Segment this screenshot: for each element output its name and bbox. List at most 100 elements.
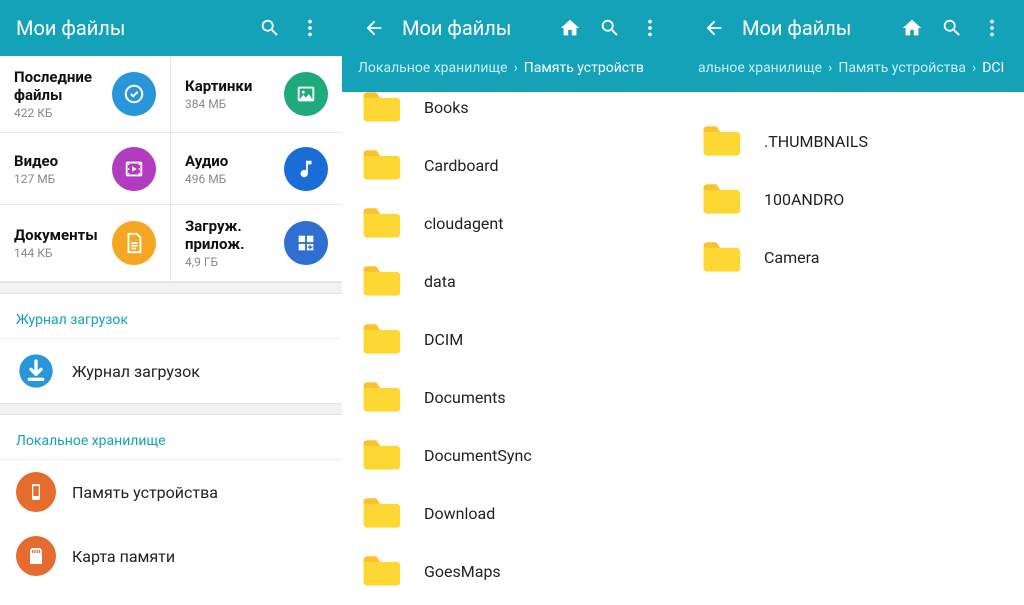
section-downloads-header: Журнал загрузок	[0, 294, 342, 339]
panel-device-storage: Мои файлы Локальное хранилище›Память уст…	[342, 0, 682, 605]
folder-row[interactable]: DocumentSync	[342, 426, 682, 484]
video-icon	[112, 147, 156, 191]
folder-icon	[358, 143, 402, 187]
more-button[interactable]	[976, 12, 1008, 44]
folder-label: Camera	[764, 248, 1008, 267]
category-size: 144 КБ	[14, 246, 98, 260]
category-text: Документы 144 КБ	[14, 226, 98, 260]
row-label: Карта памяти	[72, 547, 175, 566]
folder-row[interactable]: DCIM	[342, 310, 682, 368]
back-button[interactable]	[698, 12, 730, 44]
folder-row[interactable]: .THUMBNAILS	[682, 112, 1024, 170]
appbar: Мои файлы	[0, 0, 342, 56]
folder-row[interactable]: Download	[342, 484, 682, 542]
picture-icon	[284, 72, 328, 116]
folder-icon	[698, 235, 742, 279]
category-label: Документы	[14, 226, 98, 244]
back-button[interactable]	[358, 12, 390, 44]
clock-icon	[112, 72, 156, 116]
panel-categories: Мои файлы Последние файлы422 КБ Картинки3…	[0, 0, 342, 605]
folder-label: Download	[424, 504, 666, 523]
category-size: 496 МБ	[185, 172, 228, 186]
folder-row[interactable]: media	[342, 600, 682, 605]
folder-row[interactable]: GoesMaps	[342, 542, 682, 600]
category-label: Картинки	[185, 77, 252, 95]
folder-label: GoesMaps	[424, 562, 666, 581]
search-button[interactable]	[254, 12, 286, 44]
folder-row[interactable]: Camera	[682, 228, 1024, 286]
category-size: 4,9 ГБ	[185, 255, 284, 269]
folder-row[interactable]: Books	[342, 78, 682, 136]
folder-icon	[358, 433, 402, 477]
folder-icon	[698, 177, 742, 221]
search-button[interactable]	[594, 12, 626, 44]
folder-label: DCIM	[424, 330, 666, 349]
category-picture[interactable]: Картинки384 МБ	[171, 56, 342, 133]
folder-icon	[358, 201, 402, 245]
breadcrumb[interactable]: альное хранилище›Память устройства›DCI	[682, 56, 1024, 92]
category-label: Аудио	[185, 152, 228, 170]
folder-row[interactable]: Documents	[342, 368, 682, 426]
more-button[interactable]	[634, 12, 666, 44]
divider	[0, 282, 342, 294]
folder-row[interactable]: Cardboard	[342, 136, 682, 194]
folder-label: 100ANDRO	[764, 190, 1008, 209]
appbar-title: Мои файлы	[16, 16, 246, 40]
folder-row[interactable]: data	[342, 252, 682, 310]
folder-label: DocumentSync	[424, 446, 666, 465]
breadcrumb-segment[interactable]: Память устройства	[838, 60, 966, 76]
breadcrumb-segment[interactable]: Локальное хранилище	[358, 60, 508, 76]
category-size: 127 МБ	[14, 172, 58, 186]
folder-row[interactable]: cloudagent	[342, 194, 682, 252]
category-clock[interactable]: Последние файлы422 КБ	[0, 56, 171, 133]
category-text: Видео 127 МБ	[14, 152, 58, 186]
download-icon	[16, 351, 56, 391]
home-button[interactable]	[896, 12, 928, 44]
phone-icon	[16, 472, 56, 512]
folder-list: Books Cardboard cloudagent data DCIM Document…	[342, 78, 682, 605]
apps-icon	[284, 221, 328, 265]
category-text: Аудио 496 МБ	[185, 152, 228, 186]
row-label: Журнал загрузок	[72, 362, 200, 381]
appbar: Мои файлы	[342, 0, 682, 56]
category-label: Видео	[14, 152, 58, 170]
category-apps[interactable]: Загруж. прилож.4,9 ГБ	[171, 205, 342, 282]
panel-dcim: Мои файлы альное хранилище›Память устрой…	[682, 0, 1024, 605]
appbar: Мои файлы	[682, 0, 1024, 56]
home-button[interactable]	[554, 12, 586, 44]
document-icon	[112, 221, 156, 265]
breadcrumb-segment[interactable]: DCI	[982, 60, 1004, 76]
audio-icon	[284, 147, 328, 191]
row-label: Память устройства	[72, 483, 218, 502]
category-grid: Последние файлы422 КБ Картинки384 МБ Видео…	[0, 56, 342, 282]
divider	[0, 403, 342, 415]
folder-icon	[358, 375, 402, 419]
folder-label: Books	[424, 98, 666, 117]
folder-label: cloudagent	[424, 214, 666, 233]
breadcrumb-segment[interactable]: Память устройств	[524, 60, 644, 76]
folder-icon	[358, 491, 402, 535]
search-button[interactable]	[936, 12, 968, 44]
row-device-storage[interactable]: Память устройства	[0, 460, 342, 524]
appbar-title: Мои файлы	[742, 16, 888, 40]
category-text: Картинки384 МБ	[185, 77, 252, 111]
folder-label: Cardboard	[424, 156, 666, 175]
row-sd-card[interactable]: Карта памяти	[0, 524, 342, 588]
folder-label: Documents	[424, 388, 666, 407]
appbar-title: Мои файлы	[402, 16, 546, 40]
folder-icon	[358, 259, 402, 303]
row-download-journal[interactable]: Журнал загрузок	[0, 339, 342, 403]
category-audio[interactable]: Аудио 496 МБ	[171, 133, 342, 205]
folder-row[interactable]: 100ANDRO	[682, 170, 1024, 228]
more-button[interactable]	[294, 12, 326, 44]
sdcard-icon	[16, 536, 56, 576]
folder-icon	[358, 85, 402, 129]
breadcrumb-segment[interactable]: альное хранилище	[698, 60, 822, 76]
folder-list: .THUMBNAILS 100ANDRO Camera	[682, 92, 1024, 286]
folder-icon	[358, 549, 402, 593]
category-document[interactable]: Документы 144 КБ	[0, 205, 171, 282]
section-storage-header: Локальное хранилище	[0, 415, 342, 460]
category-text: Загруж. прилож.4,9 ГБ	[185, 217, 284, 269]
folder-icon	[698, 119, 742, 163]
category-video[interactable]: Видео 127 МБ	[0, 133, 171, 205]
